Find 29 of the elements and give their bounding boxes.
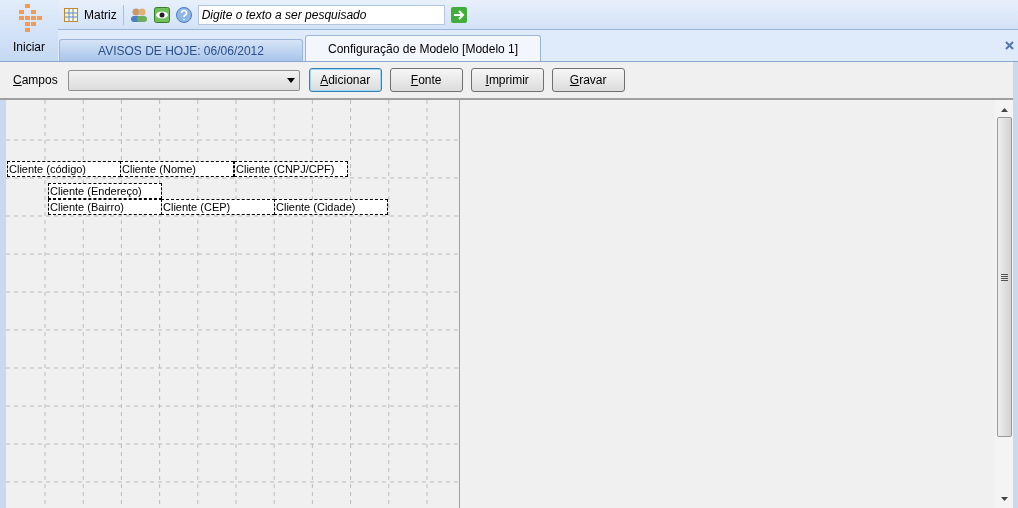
toolbar-button[interactable]: Adicionar: [308, 68, 382, 92]
field-label[interactable]: Cliente (CNPJ/CPF): [234, 161, 348, 177]
toolbar-button[interactable]: Gravar: [551, 68, 625, 92]
help-icon[interactable]: [175, 6, 192, 23]
field-label[interactable]: Cliente (CEP): [161, 199, 275, 215]
field-label[interactable]: Cliente (Bairro): [48, 199, 162, 215]
eye-icon[interactable]: [153, 6, 170, 23]
field-label[interactable]: Cliente (Cidade): [274, 199, 388, 215]
campos-dropdown[interactable]: [67, 69, 300, 91]
scroll-up-icon: [1000, 108, 1008, 112]
tab[interactable]: AVISOS DE HOJE: 06/06/2012: [59, 39, 303, 61]
field-label[interactable]: Cliente (Nome): [120, 161, 234, 177]
close-icon[interactable]: [1005, 41, 1014, 50]
toolbar-button[interactable]: Imprimir: [470, 68, 544, 92]
tab[interactable]: Configuração de Modelo [Modelo 1]: [305, 35, 542, 61]
toolbar-button[interactable]: Fonte: [389, 68, 463, 92]
scrollbar[interactable]: [995, 100, 1013, 508]
field-label[interactable]: Cliente (código): [7, 161, 121, 177]
field-label[interactable]: Cliente (Endereço): [48, 183, 162, 199]
scroll-down-icon: [1000, 497, 1008, 501]
start-button[interactable]: Iniciar: [0, 0, 58, 61]
campos-label: Campos: [13, 72, 58, 89]
caret-icon: [286, 77, 295, 83]
search-field[interactable]: Digite o texto a ser pesquisado: [197, 4, 445, 25]
matriz-label[interactable]: Matriz: [84, 5, 117, 24]
grip-icon: [1000, 273, 1008, 281]
arrow-right-icon[interactable]: [450, 6, 467, 23]
users-icon[interactable]: [129, 6, 148, 23]
grid-icon[interactable]: [64, 7, 78, 22]
